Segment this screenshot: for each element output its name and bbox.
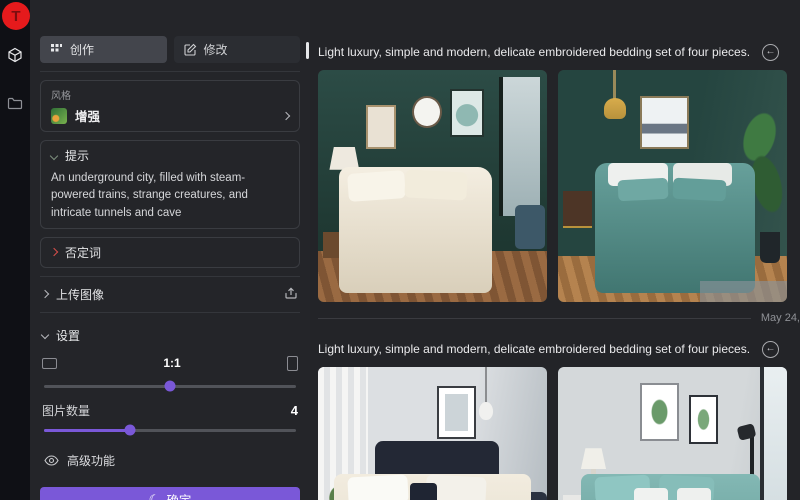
negative-label: 否定词 [65, 244, 101, 261]
tab-edit[interactable]: 修改 [174, 36, 301, 63]
advanced-features-row[interactable]: 高级功能 [42, 450, 298, 471]
reuse-prompt-icon[interactable]: ← [762, 341, 779, 358]
scene-plant-pot [760, 232, 781, 262]
chevron-down-icon [41, 331, 49, 339]
folder-icon[interactable] [0, 93, 30, 113]
scene-frame [640, 383, 679, 441]
date-label: May 24, [761, 312, 800, 324]
scene-frame [366, 105, 396, 149]
scene-lamp [329, 147, 359, 170]
image-count-label: 图片数量 [42, 402, 90, 419]
chevron-right-icon [41, 290, 49, 298]
upload-label: 上传图像 [56, 286, 104, 303]
scene-pillow [677, 488, 711, 500]
grid-icon [50, 43, 63, 56]
settings-section: 设置 1:1 图片数量 4 [40, 321, 300, 471]
style-thumbnail-icon [51, 108, 67, 124]
scene-frame [450, 89, 484, 138]
scene-frame [640, 96, 688, 149]
scene-window [499, 77, 540, 216]
caption-row: Light luxury, simple and modern, delicat… [318, 341, 787, 357]
portrait-ratio-icon[interactable] [287, 356, 298, 371]
date-divider: May 24, [318, 302, 787, 334]
scene-pillow [347, 474, 408, 500]
caption-row: Light luxury, simple and modern, delicat… [318, 44, 787, 60]
left-rail: T [0, 0, 30, 500]
scene-pillow [672, 178, 726, 202]
generation-panel: 创作 修改 风格 增强 [30, 0, 310, 500]
divider [40, 71, 300, 72]
settings-header[interactable]: 设置 [42, 327, 298, 344]
sidebar: 创作 修改 风格 增强 [30, 0, 310, 500]
image-grid [318, 367, 787, 500]
scene-rug [700, 281, 787, 302]
slider-knob[interactable] [124, 425, 135, 436]
generated-image[interactable] [318, 367, 547, 500]
style-card[interactable]: 风格 增强 [40, 80, 300, 132]
image-grid [318, 70, 787, 302]
aspect-ratio-row: 1:1 [42, 356, 298, 371]
scene-window [760, 367, 787, 500]
style-label: 风格 [51, 87, 289, 102]
scene-nightstand [563, 191, 593, 228]
scene-frame [437, 386, 476, 439]
edit-pencil-icon [184, 43, 197, 56]
confirm-button[interactable]: ☾ 确定 [40, 487, 300, 500]
prompt-label: 提示 [65, 147, 89, 164]
image-count-row: 图片数量 4 [42, 402, 298, 419]
scene-pendant-cord [485, 367, 487, 404]
scene-pillow [410, 483, 437, 500]
style-value: 增强 [75, 106, 100, 125]
image-count-value: 4 [291, 403, 298, 418]
generated-image[interactable] [558, 367, 787, 500]
prompt-text[interactable]: An underground city, filled with steam-p… [51, 170, 289, 222]
chevron-right-icon [50, 248, 58, 256]
scene-pillow [617, 178, 668, 201]
moon-icon: ☾ [149, 493, 161, 500]
negative-card[interactable]: 否定词 [40, 237, 300, 268]
workspace-cube-icon[interactable] [0, 45, 30, 65]
scene-pendant-lamp [479, 402, 493, 421]
aspect-ratio-slider[interactable] [44, 385, 296, 388]
scene-pillow [347, 170, 406, 202]
reuse-prompt-icon[interactable]: ← [762, 44, 779, 61]
mode-tabs: 创作 修改 [40, 36, 300, 63]
generated-image[interactable] [318, 70, 547, 302]
chevron-down-icon [50, 151, 58, 159]
scene-pendant-cord [613, 70, 616, 100]
settings-label: 设置 [56, 327, 80, 344]
scene-pillow [634, 488, 668, 500]
generation-feed: Light luxury, simple and modern, delicat… [310, 0, 800, 500]
chevron-right-icon [282, 111, 290, 119]
generation-caption: Light luxury, simple and modern, delicat… [318, 342, 750, 356]
tab-create[interactable]: 创作 [40, 36, 167, 63]
app-window: T 创作 [0, 0, 800, 500]
tab-create-label: 创作 [70, 41, 94, 58]
slider-knob[interactable] [165, 381, 176, 392]
divider [40, 312, 300, 313]
scene-clock [412, 96, 442, 128]
eye-icon [44, 455, 59, 466]
scene-pillow [404, 169, 467, 200]
brand-logo[interactable]: T [2, 2, 30, 30]
generation-caption: Light luxury, simple and modern, delicat… [318, 45, 750, 59]
slider-fill [44, 429, 130, 432]
image-count-slider[interactable] [44, 429, 296, 432]
landscape-ratio-icon[interactable] [42, 358, 57, 369]
scene-chair [515, 205, 545, 249]
advanced-features-label: 高级功能 [67, 452, 115, 469]
sidebar-scrollbar-thumb[interactable] [306, 42, 309, 59]
scene-pendant-lamp [604, 98, 626, 119]
upload-image-row[interactable]: 上传图像 [40, 277, 300, 312]
upload-icon[interactable] [284, 286, 298, 303]
prompt-card[interactable]: 提示 An underground city, filled with stea… [40, 140, 300, 229]
confirm-label: 确定 [166, 490, 191, 500]
divider-line [318, 318, 751, 319]
tab-edit-label: 修改 [204, 41, 228, 58]
generated-image[interactable] [558, 70, 787, 302]
scene-frame [689, 395, 719, 444]
aspect-ratio-value: 1:1 [57, 356, 287, 370]
